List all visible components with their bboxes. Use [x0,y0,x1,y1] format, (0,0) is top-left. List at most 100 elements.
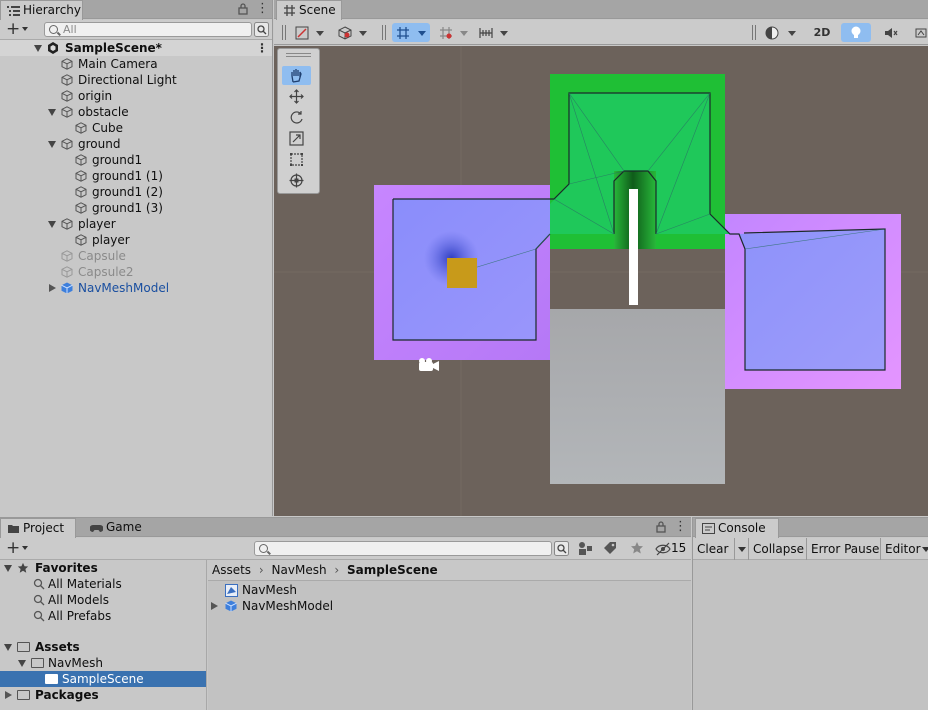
favorite-all-models[interactable]: All Models [0,592,206,608]
clear-options-dropdown[interactable] [735,538,749,560]
scene-canvas[interactable] [274,46,928,516]
search-mode-icon[interactable] [254,22,269,37]
packages-row[interactable]: Packages [0,687,206,703]
assets-row[interactable]: Assets [0,639,206,655]
hierarchy-tabbar: Hierarchy ⋮ [0,0,272,20]
hierarchy-item-cube[interactable]: Cube [0,120,272,136]
breadcrumb-item[interactable]: Assets [212,563,251,577]
editor-dropdown[interactable]: Editor [881,538,928,560]
hierarchy-item-capsule2[interactable]: Capsule2 [0,264,272,280]
hierarchy-item-ground[interactable]: ground [0,136,272,152]
hierarchy-item-player-parent[interactable]: player [0,216,272,232]
rect-tool-button[interactable] [282,150,311,169]
collapse-button[interactable]: Collapse [749,538,807,560]
add-dropdown-icon[interactable] [22,546,28,550]
expand-arrow-icon[interactable] [48,141,56,148]
tab-hierarchy-label: Hierarchy [23,3,82,17]
scene-viewport[interactable] [274,46,928,516]
project-search-input[interactable] [254,541,552,556]
hierarchy-item-player-child[interactable]: player [0,232,272,248]
player-cube[interactable] [447,258,477,288]
hierarchy-menu-icon[interactable]: ⋮ [256,1,269,16]
expand-arrow-icon[interactable] [4,565,12,572]
render-mode-button[interactable] [335,23,371,42]
hierarchy-item-main-camera[interactable]: Main Camera [0,56,272,72]
add-dropdown-icon[interactable] [22,27,28,31]
tab-hierarchy[interactable]: Hierarchy [0,0,83,20]
tab-game[interactable]: Game [84,518,154,538]
search-by-type-icon[interactable] [577,541,593,556]
scene-root-row[interactable]: SampleScene* ⋮ [0,40,272,56]
folder-samplescene[interactable]: SampleScene [0,671,206,687]
favorite-star-icon[interactable] [630,541,644,555]
lock-icon[interactable] [238,3,248,15]
draw-mode-button[interactable] [292,23,328,42]
file-navmeshmodel[interactable]: NavMeshModel [208,598,691,614]
label-tag-icon[interactable] [603,541,617,555]
hidden-packages-icon[interactable] [655,542,671,556]
gameobject-icon [61,266,73,278]
audio-toggle-button[interactable] [877,23,905,42]
breadcrumb-item[interactable]: NavMesh [272,563,327,577]
hand-tool-button[interactable] [282,66,311,85]
hierarchy-item-ground1-1[interactable]: ground1 (1) [0,168,272,184]
console-log-area[interactable] [693,560,928,710]
add-icon[interactable]: + [6,539,20,557]
ground-plane-bottom[interactable] [550,309,725,484]
lock-icon[interactable] [656,521,666,533]
hierarchy-item-label: Cube [92,121,123,135]
hierarchy-item-navmeshmodel[interactable]: NavMeshModel [0,280,272,296]
favorite-label: All Materials [48,577,122,591]
transform-tool-button[interactable] [282,171,311,190]
hierarchy-item-origin[interactable]: origin [0,88,272,104]
lighting-toggle-button[interactable] [841,23,871,42]
favorite-all-prefabs[interactable]: All Prefabs [0,608,206,624]
project-menu-icon[interactable]: ⋮ [674,519,687,534]
expand-arrow-icon[interactable] [48,109,56,116]
grid-snap-button[interactable] [392,23,430,42]
hierarchy-search-input[interactable]: All [44,22,252,37]
gameobject-icon [61,58,73,70]
shading-mode-button[interactable] [762,23,802,42]
ruler-button[interactable] [476,23,512,42]
increment-snap-button[interactable] [436,23,470,42]
hierarchy-item-ground1-3[interactable]: ground1 (3) [0,200,272,216]
move-tool-button[interactable] [282,87,311,106]
console-tabbar: Console [693,518,928,538]
effects-toggle-button[interactable] [910,23,928,42]
hierarchy-item-ground1-2[interactable]: ground1 (2) [0,184,272,200]
favorites-row[interactable]: Favorites [0,560,206,576]
hierarchy-item-label: ground1 (3) [92,201,163,215]
favorite-all-materials[interactable]: All Materials [0,576,206,592]
scale-tool-button[interactable] [282,129,311,148]
breadcrumb-item[interactable]: SampleScene [347,563,438,577]
expand-arrow-icon[interactable] [34,45,42,52]
scene-menu-icon[interactable]: ⋮ [256,40,268,56]
error-pause-button[interactable]: Error Pause [807,538,881,560]
expand-arrow-icon[interactable] [4,644,12,651]
rotate-tool-button[interactable] [282,108,311,127]
obstacle-wall[interactable] [629,189,638,305]
tab-console[interactable]: Console [695,518,779,538]
tab-project[interactable]: Project [0,518,76,538]
folder-navmesh[interactable]: NavMesh [0,655,206,671]
expand-arrow-icon[interactable] [18,660,26,667]
add-icon[interactable]: + [6,20,20,38]
gameobject-icon [75,202,87,214]
collapse-arrow-icon[interactable] [211,602,218,610]
collapse-arrow-icon[interactable] [49,284,56,292]
gameobject-icon [75,170,87,182]
tab-scene[interactable]: Scene [276,0,342,20]
hierarchy-item-capsule[interactable]: Capsule [0,248,272,264]
search-mode-icon[interactable] [554,541,569,556]
file-navmesh[interactable]: NavMesh [208,582,691,598]
effects-icon [915,28,927,38]
clear-button[interactable]: Clear [693,538,735,560]
hierarchy-item-obstacle[interactable]: obstacle [0,104,272,120]
expand-arrow-icon[interactable] [48,221,56,228]
hierarchy-item-directional-light[interactable]: Directional Light [0,72,272,88]
2d-toggle-button[interactable]: 2D [807,23,837,42]
collapse-arrow-icon[interactable] [5,691,12,699]
hierarchy-item-ground1[interactable]: ground1 [0,152,272,168]
favorites-label: Favorites [35,561,98,575]
